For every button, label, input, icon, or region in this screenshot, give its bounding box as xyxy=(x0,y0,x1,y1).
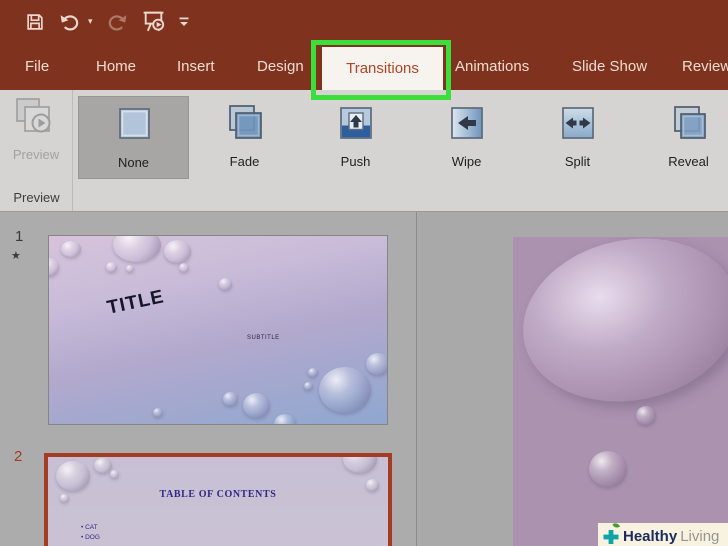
tab-file[interactable]: File xyxy=(25,44,49,90)
watermark-brand-light: Living xyxy=(680,527,720,545)
watermark-brand-bold: Healthy xyxy=(623,527,678,545)
transition-label: Reveal xyxy=(668,154,709,169)
animation-star-icon: ★ xyxy=(11,250,21,262)
slide-2-thumbnail-selected[interactable]: TABLE OF CONTENTS • CAT • DOG xyxy=(44,453,392,546)
slide-2-number: 2 xyxy=(14,448,23,465)
wipe-transition-icon xyxy=(445,103,489,152)
tab-home[interactable]: Home xyxy=(96,44,136,90)
transition-fade[interactable]: Fade xyxy=(189,96,300,179)
transitions-ribbon: Preview Preview None Fade Push Wipe Spli… xyxy=(0,90,728,212)
push-transition-icon xyxy=(334,103,378,152)
transition-label: None xyxy=(117,155,150,170)
start-slideshow-icon[interactable] xyxy=(141,9,166,34)
preview-button-label: Preview xyxy=(12,147,60,162)
tab-review[interactable]: Review xyxy=(682,44,728,90)
slide-2-bullet: • CAT xyxy=(81,524,98,531)
current-slide-view[interactable]: Healthy Living xyxy=(513,237,728,546)
slide-2-heading-text: TABLE OF CONTENTS xyxy=(159,489,277,500)
none-transition-icon xyxy=(112,104,156,153)
transition-gallery: None Fade Push Wipe Split Reveal xyxy=(78,96,728,179)
reveal-transition-icon xyxy=(667,103,711,152)
transition-push[interactable]: Push xyxy=(300,96,411,179)
undo-icon[interactable] xyxy=(58,11,82,33)
healthy-living-logo-icon xyxy=(601,522,621,546)
powerpoint-window: ▾ File Home Insert Design Transitions An… xyxy=(0,0,728,546)
tab-transitions-active[interactable]: Transitions xyxy=(322,47,443,90)
slide-editing-canvas: Healthy Living xyxy=(418,212,728,546)
tab-slide-show[interactable]: Slide Show xyxy=(572,44,647,90)
redo-icon xyxy=(105,11,129,33)
save-icon[interactable] xyxy=(24,11,46,33)
slide-1-number: 1 xyxy=(15,228,24,245)
fade-transition-icon xyxy=(223,103,267,152)
customize-quick-access-icon[interactable] xyxy=(178,15,190,29)
slide-2-bullet: • DOG xyxy=(81,534,100,541)
preview-play-icon xyxy=(13,96,59,145)
title-bar: ▾ xyxy=(0,0,728,44)
transition-none[interactable]: None xyxy=(78,96,189,179)
undo-dropdown-icon[interactable]: ▾ xyxy=(88,16,93,27)
ribbon-tab-bar: File Home Insert Design Transitions Anim… xyxy=(0,40,728,100)
transition-wipe[interactable]: Wipe xyxy=(411,96,522,179)
large-water-droplet xyxy=(513,237,728,421)
tab-animations[interactable]: Animations xyxy=(455,44,529,90)
preview-button: Preview xyxy=(6,96,66,166)
slide-1-title-text: TITLE xyxy=(105,286,167,319)
preview-group: Preview Preview xyxy=(0,90,73,211)
workspace: 1 ★ TITLE SUBTITLE 2 TABLE OF CONTENTS •… xyxy=(0,212,728,546)
healthy-living-watermark: Healthy Living xyxy=(598,522,728,546)
transition-label: Push xyxy=(340,154,371,169)
transition-split[interactable]: Split xyxy=(522,96,633,179)
tab-design[interactable]: Design xyxy=(257,44,304,90)
quick-access-toolbar: ▾ xyxy=(24,9,190,34)
transition-reveal[interactable]: Reveal xyxy=(633,96,728,179)
slide-thumbnail-panel[interactable]: 1 ★ TITLE SUBTITLE 2 TABLE OF CONTENTS •… xyxy=(0,212,417,546)
slide-1-subtitle-text: SUBTITLE xyxy=(247,335,280,341)
transition-label: Fade xyxy=(229,154,260,169)
tab-insert[interactable]: Insert xyxy=(177,44,215,90)
transition-label: Wipe xyxy=(451,154,482,169)
slide-1-thumbnail[interactable]: TITLE SUBTITLE xyxy=(48,235,388,425)
split-transition-icon xyxy=(556,103,600,152)
transition-label: Split xyxy=(564,154,591,169)
preview-group-label: Preview xyxy=(13,190,60,205)
